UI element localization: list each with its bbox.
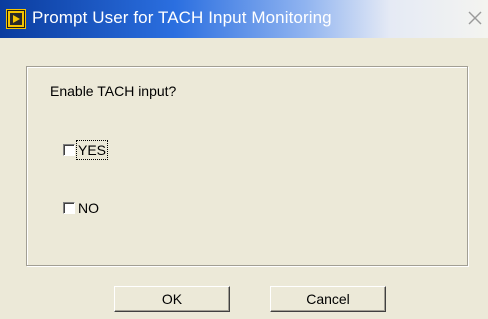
yes-option[interactable]: YES bbox=[63, 140, 109, 160]
cancel-button[interactable]: Cancel bbox=[270, 286, 386, 312]
close-icon[interactable] bbox=[465, 8, 485, 28]
title-bar[interactable]: Prompt User for TACH Input Monitoring bbox=[0, 0, 488, 38]
dialog-window: Prompt User for TACH Input Monitoring En… bbox=[0, 0, 488, 319]
labview-app-icon bbox=[6, 9, 26, 29]
no-checkbox[interactable] bbox=[63, 202, 75, 214]
no-option[interactable]: NO bbox=[63, 198, 100, 218]
prompt-question: Enable TACH input? bbox=[50, 83, 177, 99]
yes-label[interactable]: YES bbox=[75, 140, 109, 160]
yes-checkbox[interactable] bbox=[63, 144, 75, 156]
window-title: Prompt User for TACH Input Monitoring bbox=[32, 8, 332, 27]
no-label[interactable]: NO bbox=[77, 199, 100, 217]
ok-button[interactable]: OK bbox=[114, 286, 230, 312]
